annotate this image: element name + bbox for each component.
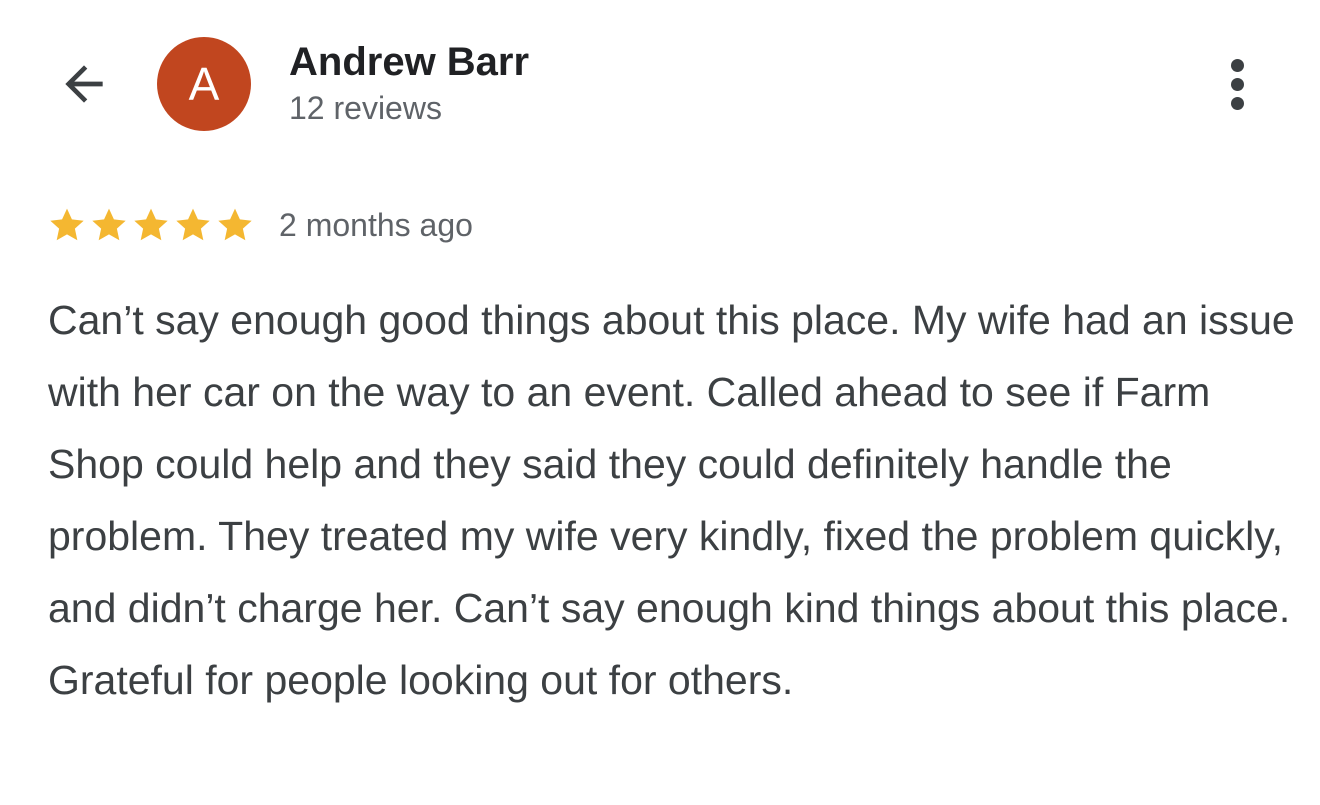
- review-count: 12 reviews: [289, 90, 442, 126]
- arrow-left-icon: [56, 56, 112, 117]
- star-icon: [89, 205, 129, 245]
- back-button[interactable]: [50, 52, 118, 120]
- star-icon: [215, 205, 255, 245]
- reviewer-name[interactable]: Andrew Barr: [289, 40, 529, 84]
- star-icon: [131, 205, 171, 245]
- rating-row: 2 months ago: [47, 203, 473, 247]
- avatar-initial: A: [188, 58, 220, 110]
- star-rating: [47, 205, 255, 245]
- star-icon: [47, 205, 87, 245]
- review-time: 2 months ago: [279, 206, 473, 243]
- more-options-button[interactable]: [1212, 52, 1262, 116]
- star-icon: [173, 205, 213, 245]
- more-vertical-icon: [1230, 58, 1244, 110]
- avatar[interactable]: A: [157, 37, 251, 131]
- review-text: Can’t say enough good things about this …: [48, 297, 1295, 703]
